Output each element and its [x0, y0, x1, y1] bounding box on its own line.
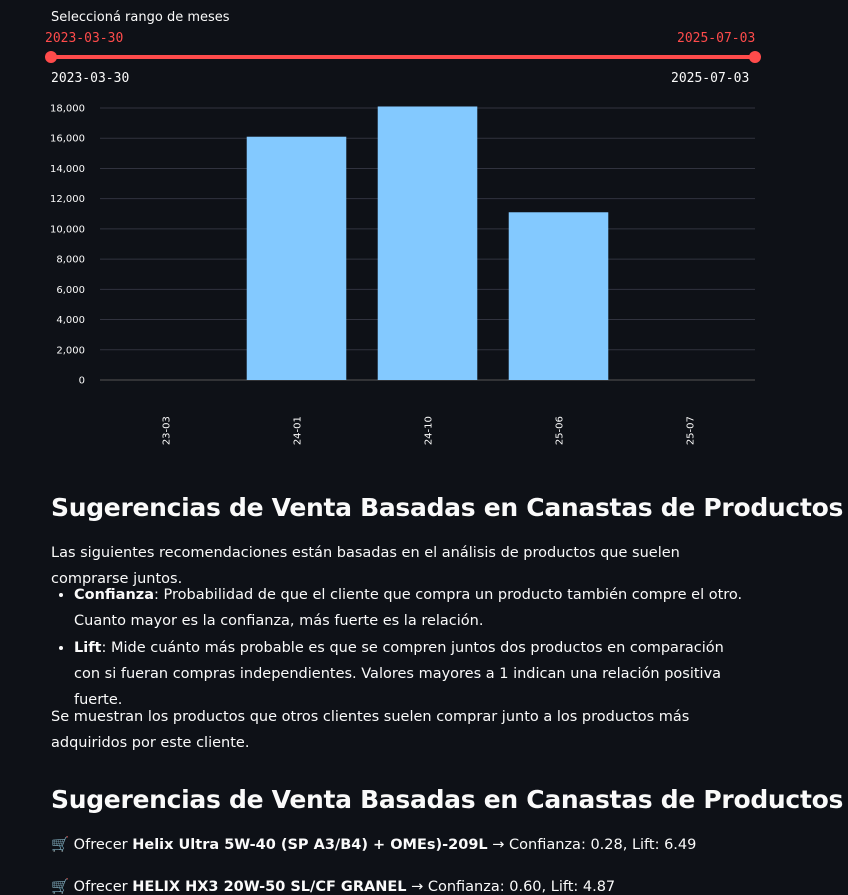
slider-track[interactable] — [51, 55, 755, 59]
slider-end-value: 2025-07-03 — [677, 31, 756, 46]
bar — [508, 212, 609, 380]
bar-chart: 0 2,000 4,000 6,000 8,000 10,000 12,000 14,000 1… — [50, 104, 755, 445]
definitions-list: Confianza: Probabilidad de que el client… — [51, 582, 754, 714]
section-title-2: Sugerencias de Venta Basadas en Canastas… — [51, 785, 844, 814]
y-tick-label: 12,000 — [50, 194, 85, 205]
y-tick-label: 6,000 — [56, 285, 85, 296]
suggestion-item: 🛒 Ofrecer Helix Ultra 5W-40 (SP A3/B4) +… — [51, 836, 696, 853]
suggestion-product: Helix Ultra 5W-40 (SP A3/B4) + OMEs)-209… — [132, 837, 488, 853]
x-tick-label: 2025-07 — [686, 416, 697, 445]
y-tick-label: 10,000 — [50, 224, 85, 235]
y-tick-label: 18,000 — [50, 104, 85, 115]
slider-range-max: 2025-07-03 — [671, 71, 750, 86]
term-lift: Lift — [74, 640, 102, 656]
slider-start-handle[interactable] — [45, 51, 57, 63]
slider-range-min: 2023-03-30 — [51, 71, 130, 86]
y-tick-label: 8,000 — [56, 255, 85, 266]
term-confianza: Confianza — [74, 587, 155, 603]
suggestion-stats: → Confianza: 0.28, Lift: 6.49 — [487, 837, 697, 853]
section-title: Sugerencias de Venta Basadas en Canastas… — [51, 493, 844, 522]
list-item: Lift: Mide cuánto más probable es que se… — [74, 635, 754, 713]
x-tick-label: 2023-03 — [162, 416, 173, 445]
closing-text: Se muestran los productos que otros clie… — [51, 709, 690, 751]
y-tick-label: 0 — [79, 376, 85, 387]
cart-icon: 🛒 — [51, 837, 70, 853]
y-tick-label: 14,000 — [50, 164, 85, 175]
y-tick-label: 16,000 — [50, 134, 85, 145]
slider-end-handle[interactable] — [749, 51, 761, 63]
y-tick-label: 2,000 — [56, 345, 85, 356]
x-tick-label: 2024-10 — [424, 416, 435, 445]
y-tick-label: 4,000 — [56, 315, 85, 326]
slider-label: Seleccioná rango de meses — [51, 10, 230, 25]
suggestion-prefix: Ofrecer — [73, 837, 133, 853]
bar — [246, 136, 347, 380]
bar — [377, 106, 478, 380]
slider-start-value: 2023-03-30 — [45, 31, 124, 46]
suggestion-item: 🛒 Ofrecer HELIX HX3 20W-50 SL/CF GRANEL … — [51, 878, 615, 895]
definition-text: : Probabilidad de que el cliente que com… — [74, 587, 743, 629]
x-tick-label: 2024-01 — [293, 416, 304, 445]
list-item: Confianza: Probabilidad de que el client… — [74, 582, 754, 634]
definition-text: : Mide cuánto más probable es que se com… — [74, 640, 724, 708]
x-tick-label: 2025-06 — [555, 416, 566, 445]
